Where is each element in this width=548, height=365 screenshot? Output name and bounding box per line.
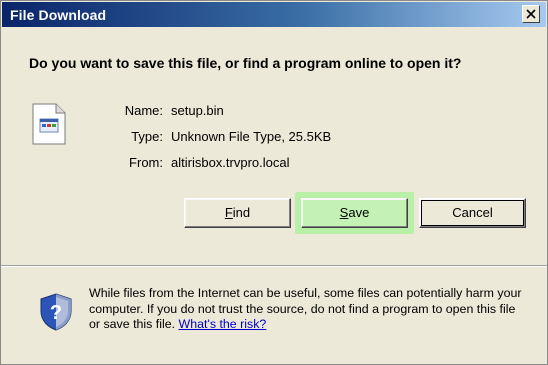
- close-icon: [526, 9, 536, 19]
- cancel-button-label: Cancel: [452, 205, 493, 220]
- warning-message: While files from the Internet can be use…: [89, 286, 522, 331]
- svg-text:?: ?: [50, 302, 62, 324]
- close-button[interactable]: [522, 5, 540, 23]
- window-title: File Download: [10, 7, 107, 23]
- shield-icon: ?: [39, 293, 73, 336]
- name-label: Name:: [124, 103, 163, 118]
- title-bar[interactable]: File Download: [2, 2, 546, 27]
- type-value: Unknown File Type, 25.5KB: [171, 129, 332, 144]
- from-label: From:: [129, 155, 163, 170]
- save-button[interactable]: Save: [301, 198, 408, 228]
- download-question: Do you want to save this file, or find a…: [29, 55, 462, 71]
- security-warning: While files from the Internet can be use…: [89, 286, 529, 333]
- from-label-cell: From:: [101, 155, 163, 171]
- type-label: Type:: [131, 129, 163, 144]
- file-download-dialog: File Download Do you want to save this f…: [0, 0, 548, 365]
- name-value: setup.bin: [171, 103, 224, 118]
- save-button-highlight: Save: [295, 192, 414, 234]
- find-button-label: Find: [224, 205, 251, 220]
- name-label-cell: Name:: [101, 103, 163, 119]
- find-button[interactable]: Find: [184, 198, 291, 228]
- from-value: altirisbox.trvpro.local: [171, 155, 290, 170]
- type-label-cell: Type:: [101, 129, 163, 145]
- document-icon: [32, 103, 66, 150]
- save-button-label: Save: [339, 205, 370, 220]
- cancel-button[interactable]: Cancel: [419, 198, 526, 228]
- whats-the-risk-link[interactable]: What's the risk?: [179, 317, 267, 331]
